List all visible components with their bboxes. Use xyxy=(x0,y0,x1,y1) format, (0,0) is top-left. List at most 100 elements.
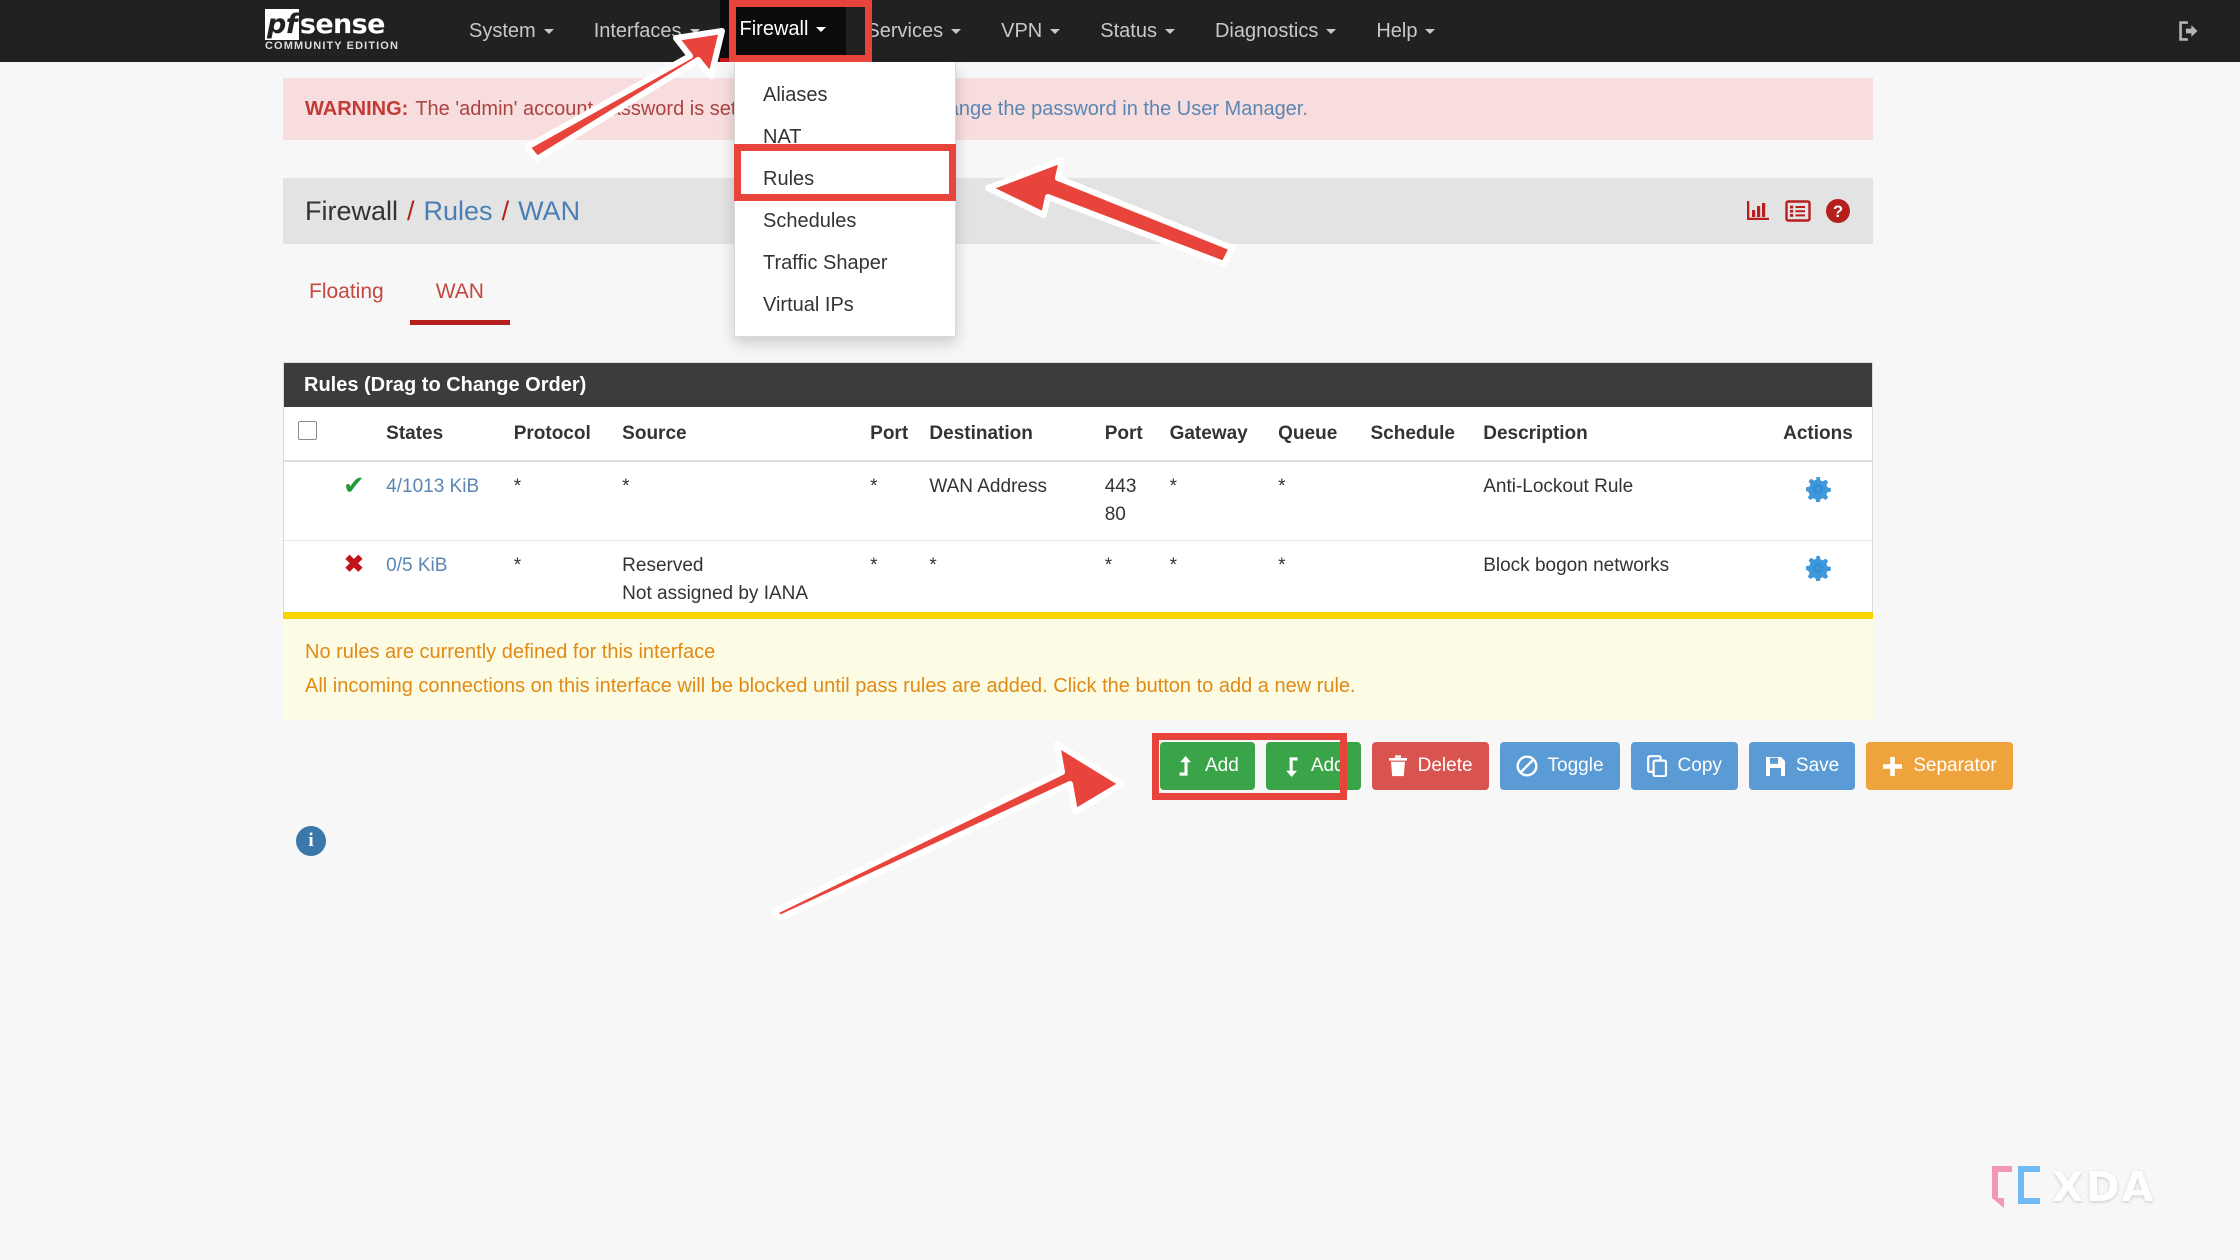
row-source-port: * xyxy=(864,461,924,541)
row-protocol: * xyxy=(513,555,522,576)
header-actions: Actions xyxy=(1763,407,1872,462)
rules-table: States Protocol Source Port Destination … xyxy=(284,407,1872,619)
add-rule-bottom-label: Add xyxy=(1310,755,1345,776)
dest-port-value: 443 xyxy=(1104,476,1137,497)
row-destination-port: * xyxy=(1104,555,1113,576)
add-rule-bottom-button[interactable]: Add xyxy=(1265,742,1361,790)
nav-item-interfaces[interactable]: Interfaces xyxy=(574,0,720,62)
save-button[interactable]: Save xyxy=(1748,742,1856,790)
rules-panel: Rules (Drag to Change Order) States Prot… xyxy=(283,362,1873,620)
copy-label: Copy xyxy=(1677,755,1722,776)
nav-item-firewall[interactable]: Firewall xyxy=(719,0,847,62)
help-icon[interactable]: ? xyxy=(1825,198,1851,224)
menu-item-traffic-shaper[interactable]: Traffic Shaper xyxy=(735,242,955,284)
svg-text:?: ? xyxy=(1833,203,1843,221)
menu-item-virtual-ips[interactable]: Virtual IPs xyxy=(735,284,955,326)
row-destination-port: 443 80 xyxy=(1098,461,1164,541)
rules-panel-title: Rules (Drag to Change Order) xyxy=(284,363,1872,407)
block-x-icon: ✖ xyxy=(343,551,364,578)
table-row[interactable]: ✖ 0/5 KiB * Reserved Not assigned by IANA… xyxy=(284,541,1872,620)
row-states: 0/5 KiB xyxy=(380,541,508,620)
arrow-down-icon xyxy=(1286,756,1298,777)
delete-button[interactable]: Delete xyxy=(1371,742,1489,790)
breadcrumb-bar: Firewall / Rules / WAN ? xyxy=(283,178,1873,244)
gear-icon[interactable] xyxy=(1805,476,1831,503)
chevron-down-icon xyxy=(543,28,554,34)
tab-floating[interactable]: Floating xyxy=(283,280,410,325)
chevron-down-icon xyxy=(816,26,827,32)
xda-watermark: XDA xyxy=(1988,1162,2155,1212)
menu-item-schedules[interactable]: Schedules xyxy=(735,200,955,242)
nav-item-list: System Interfaces Firewall Services VPN … xyxy=(449,0,1455,62)
row-gateway: * xyxy=(1169,555,1177,576)
add-rule-top-label: Add xyxy=(1205,755,1239,776)
info-icon[interactable]: i xyxy=(296,826,326,856)
header-destination: Destination xyxy=(923,407,1099,462)
nav-item-status[interactable]: Status xyxy=(1080,0,1195,62)
select-all-checkbox[interactable] xyxy=(298,421,317,440)
menu-item-aliases[interactable]: Aliases xyxy=(735,74,955,116)
sign-out-icon[interactable] xyxy=(2176,18,2202,44)
nav-item-services[interactable]: Services xyxy=(846,0,981,62)
plus-icon xyxy=(1883,756,1903,776)
breadcrumb-rules[interactable]: Rules xyxy=(424,196,493,226)
xda-logo-icon xyxy=(1992,1166,2040,1208)
toggle-button[interactable]: Toggle xyxy=(1499,742,1620,790)
nav-label: System xyxy=(469,19,536,42)
header-select-all xyxy=(284,407,328,462)
row-queue: * xyxy=(1272,461,1365,541)
top-navbar: pf sense COMMUNITY EDITION System Interfa… xyxy=(0,0,2240,62)
menu-item-nat[interactable]: NAT xyxy=(735,116,955,158)
header-source-port: Port xyxy=(864,407,924,462)
chevron-down-icon xyxy=(951,28,962,34)
add-rule-top-button[interactable]: Add xyxy=(1160,742,1255,790)
tab-wan[interactable]: WAN xyxy=(409,280,510,325)
nav-label: Status xyxy=(1100,19,1157,42)
row-status: ✖ xyxy=(328,541,381,620)
bar-chart-icon[interactable] xyxy=(1745,199,1771,223)
row-description: Block bogon networks xyxy=(1483,555,1670,576)
nav-label: VPN xyxy=(1001,19,1043,42)
pfsense-firewall-rules-page: pf sense COMMUNITY EDITION System Interfa… xyxy=(0,0,2240,1260)
no-rules-alert-line2: All incoming connections on this interfa… xyxy=(305,675,1356,697)
nav-item-vpn[interactable]: VPN xyxy=(981,0,1080,62)
header-description: Description xyxy=(1477,407,1764,462)
brand-logo-sense: sense xyxy=(299,8,386,40)
header-status xyxy=(327,407,381,462)
separator-button[interactable]: Separator xyxy=(1866,742,2013,790)
list-icon[interactable] xyxy=(1785,199,1811,223)
chevron-down-icon xyxy=(1164,28,1175,34)
row-actions xyxy=(1763,461,1872,541)
pfsense-logo[interactable]: pf sense COMMUNITY EDITION xyxy=(265,8,425,52)
breadcrumb-wan[interactable]: WAN xyxy=(518,196,580,226)
row-actions xyxy=(1764,541,1872,620)
no-rules-alert: No rules are currently defined for this … xyxy=(283,612,1873,720)
chevron-down-icon xyxy=(1326,28,1337,34)
row-schedule xyxy=(1364,541,1477,620)
annotation-arrow-add xyxy=(771,741,1125,921)
nav-item-system[interactable]: System xyxy=(449,0,574,62)
header-gateway: Gateway xyxy=(1163,407,1273,462)
add-button-group: Add Add xyxy=(1160,742,1361,790)
states-link[interactable]: 0/5 KiB xyxy=(386,555,447,576)
pass-check-icon: ✔ xyxy=(342,470,365,500)
source-value: Reserved xyxy=(622,555,704,576)
states-link[interactable]: 4/1013 KiB xyxy=(386,476,479,497)
menu-item-rules[interactable]: Rules xyxy=(735,158,955,200)
chevron-down-icon xyxy=(689,28,700,34)
warning-link-text[interactable]: Change the password in the User Manager. xyxy=(922,98,1308,121)
table-row[interactable]: ✔ 4/1013 KiB * * * WAN Address 443 80 * *… xyxy=(284,461,1872,541)
nav-item-diagnostics[interactable]: Diagnostics xyxy=(1195,0,1356,62)
row-select xyxy=(284,541,328,620)
breadcrumb-icon-group: ? xyxy=(1745,198,1851,224)
nav-item-help[interactable]: Help xyxy=(1356,0,1455,62)
breadcrumb-separator: / xyxy=(501,195,510,226)
breadcrumb-firewall: Firewall xyxy=(305,195,399,226)
chevron-down-icon xyxy=(1050,28,1061,34)
header-states: States xyxy=(380,407,508,462)
row-select xyxy=(284,461,328,541)
row-protocol: * xyxy=(507,461,617,541)
copy-button[interactable]: Copy xyxy=(1630,742,1738,790)
gear-icon[interactable] xyxy=(1805,555,1831,582)
breadcrumb-separator: / xyxy=(407,195,415,226)
